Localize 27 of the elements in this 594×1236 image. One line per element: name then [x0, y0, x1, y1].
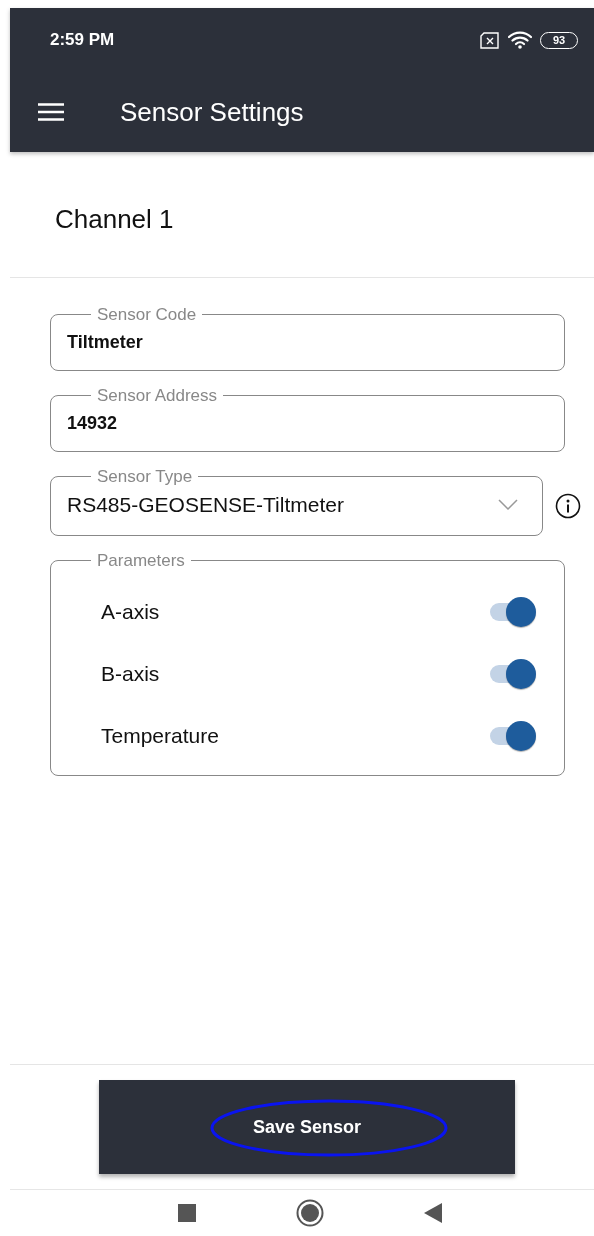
- sensor-type-dropdown[interactable]: Sensor Type RS485-GEOSENSE-Tiltmeter: [50, 468, 543, 536]
- toggle-switch[interactable]: [488, 657, 538, 690]
- field-label: Sensor Address: [96, 387, 218, 404]
- field-value: Tiltmeter: [67, 331, 144, 354]
- field-value: 14932: [67, 412, 119, 435]
- no-sim-icon: [480, 31, 500, 49]
- dropdown-value: RS485-GEOSENSE-Tiltmeter: [67, 492, 344, 518]
- field-label: Sensor Code: [96, 306, 198, 323]
- menu-button[interactable]: [38, 103, 64, 121]
- input-field[interactable]: Sensor Address 14932: [50, 387, 565, 452]
- input-field[interactable]: Sensor Code Tiltmeter: [50, 306, 565, 371]
- chevron-down-icon: [498, 499, 518, 511]
- panel-label: Parameters: [96, 551, 186, 569]
- field-label: Sensor Type: [96, 468, 194, 485]
- info-icon[interactable]: [555, 492, 581, 519]
- status-time: 2:59 PM: [50, 29, 115, 52]
- home-icon[interactable]: [296, 1199, 324, 1227]
- toggle-switch[interactable]: [488, 595, 538, 628]
- parameter-label: A-axis: [101, 598, 160, 625]
- parameter-label: B-axis: [101, 660, 160, 687]
- back-icon[interactable]: [424, 1203, 442, 1223]
- save-button[interactable]: Save Sensor: [99, 1080, 515, 1174]
- section-title: Channel 1: [54, 203, 175, 236]
- wifi-icon: [508, 31, 532, 49]
- screen-title: Sensor Settings: [120, 95, 304, 129]
- parameter-label: Temperature: [101, 722, 219, 749]
- toggle-switch[interactable]: [488, 719, 538, 752]
